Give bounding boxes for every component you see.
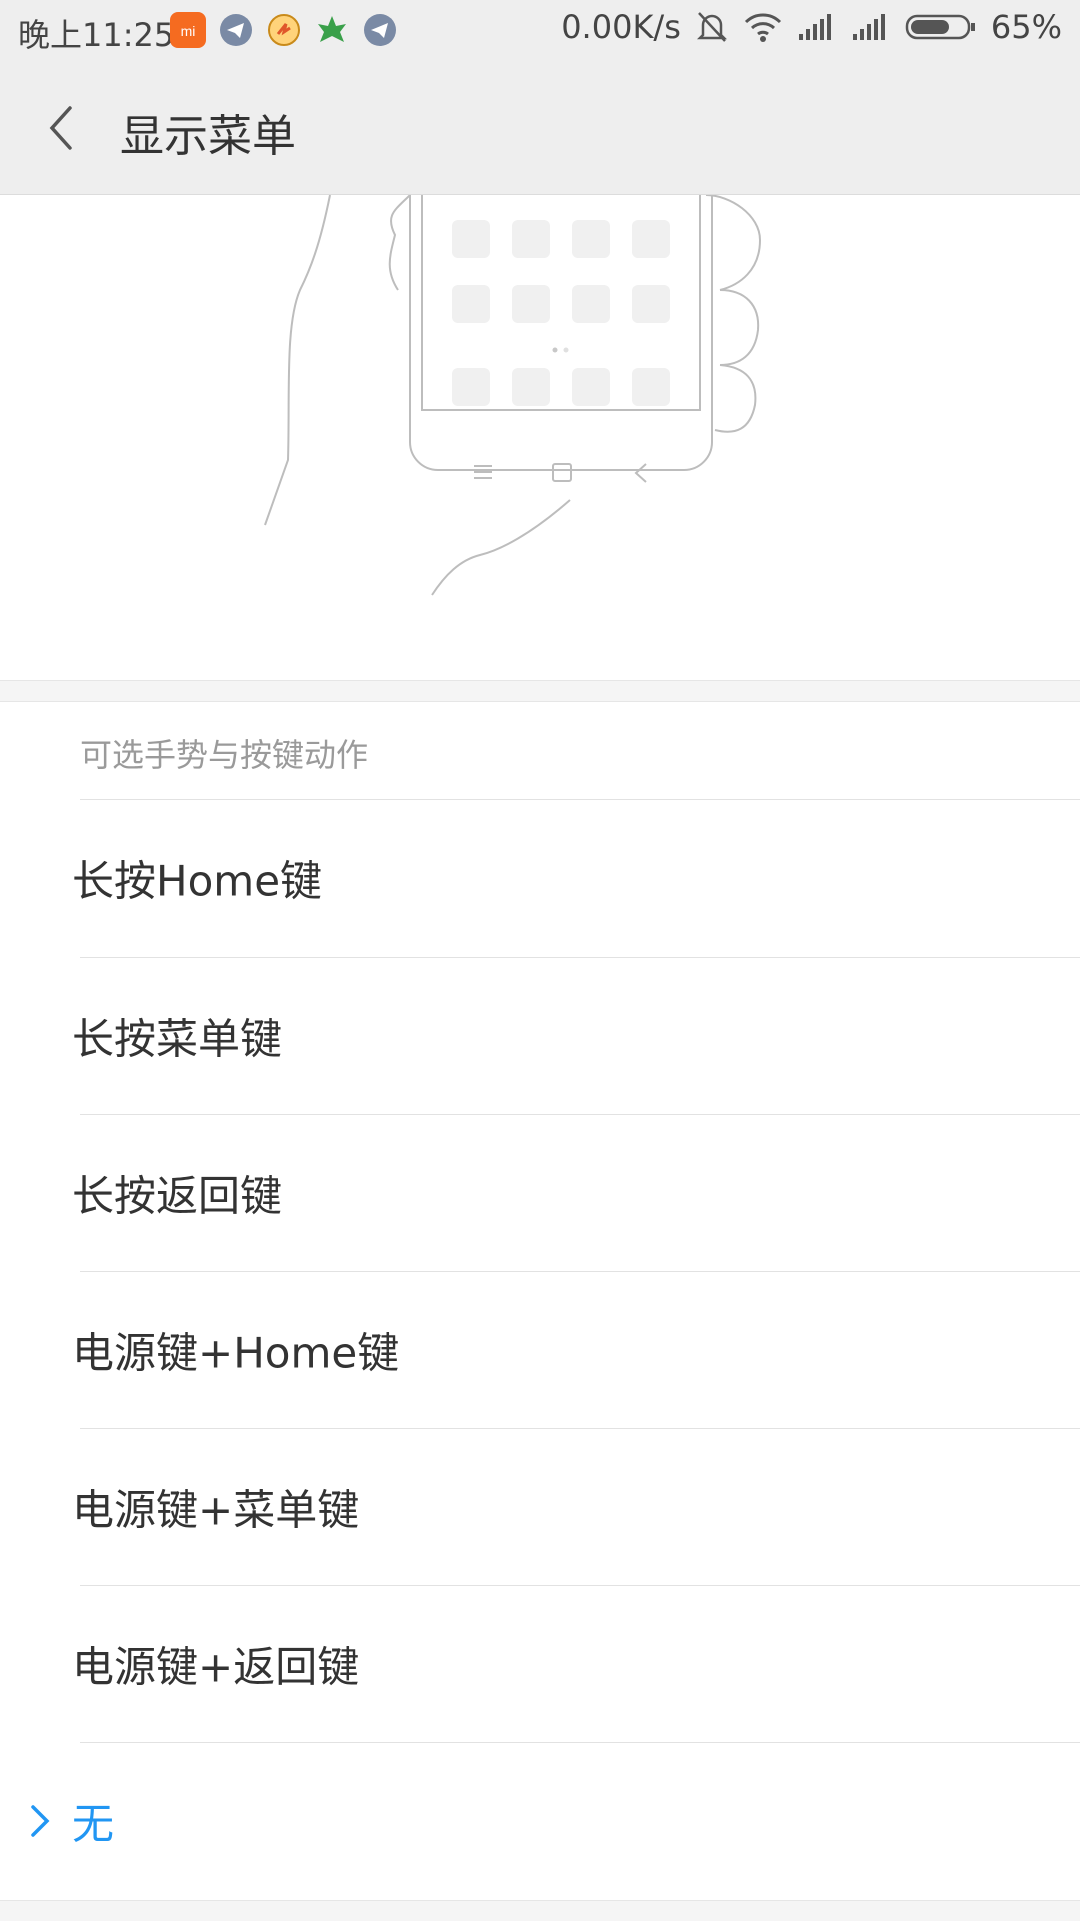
greenify-icon bbox=[314, 12, 350, 48]
option-long-press-menu[interactable]: 长按菜单键 bbox=[0, 958, 1080, 1114]
back-button[interactable] bbox=[40, 100, 90, 156]
svg-text:mi: mi bbox=[181, 23, 196, 39]
option-power-back[interactable]: 电源键+返回键 bbox=[0, 1586, 1080, 1742]
option-label: 长按菜单键 bbox=[72, 1014, 283, 1064]
page-title: 显示菜单 bbox=[120, 111, 296, 162]
option-label: 长按返回键 bbox=[72, 1171, 283, 1221]
option-power-home[interactable]: 电源键+Home键 bbox=[0, 1272, 1080, 1428]
option-none[interactable]: 无 bbox=[0, 1743, 1080, 1899]
status-time: 晚上11:25 bbox=[18, 16, 175, 54]
section-divider bbox=[0, 680, 1080, 702]
option-label: 电源键+返回键 bbox=[72, 1642, 360, 1692]
option-label: 长按Home键 bbox=[72, 856, 323, 906]
app-header: 显示菜单 bbox=[0, 60, 1080, 195]
battery-percent: 65% bbox=[990, 8, 1062, 46]
option-long-press-home[interactable]: 长按Home键 bbox=[0, 800, 1080, 956]
battery-icon bbox=[905, 12, 977, 42]
option-label: 电源键+菜单键 bbox=[72, 1485, 360, 1535]
chevron-right-icon bbox=[31, 1805, 50, 1837]
mute-bell-icon bbox=[695, 9, 729, 45]
notification-icons: mi bbox=[170, 12, 398, 48]
bottom-divider bbox=[0, 1900, 1080, 1921]
status-right: 0.00K/s 65% bbox=[561, 8, 1062, 46]
telegram-icon bbox=[218, 12, 254, 48]
status-bar: 晚上11:25 mi 0.00K/s 65% bbox=[0, 0, 1080, 60]
gesture-illustration bbox=[0, 195, 1080, 680]
signal-icon bbox=[851, 12, 891, 42]
option-long-press-back[interactable]: 长按返回键 bbox=[0, 1115, 1080, 1271]
tasker-icon bbox=[266, 12, 302, 48]
section-title: 可选手势与按键动作 bbox=[80, 736, 369, 774]
mi-app-icon: mi bbox=[170, 12, 206, 48]
wifi-icon bbox=[743, 10, 783, 44]
option-label: 无 bbox=[72, 1799, 115, 1849]
telegram-icon bbox=[362, 12, 398, 48]
hand-holding-phone-illustration bbox=[264, 195, 762, 596]
network-speed: 0.00K/s bbox=[561, 8, 681, 46]
chevron-left-icon bbox=[49, 106, 72, 150]
signal-icon bbox=[797, 12, 837, 42]
option-power-menu[interactable]: 电源键+菜单键 bbox=[0, 1429, 1080, 1585]
option-label: 电源键+Home键 bbox=[72, 1328, 400, 1378]
